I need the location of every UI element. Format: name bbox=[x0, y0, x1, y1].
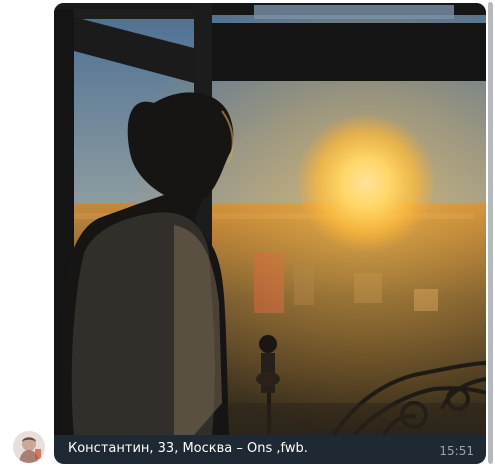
user-avatar-icon[interactable] bbox=[13, 431, 45, 463]
photo-message[interactable] bbox=[54, 3, 486, 435]
chat-area: Константин, 33, Москва – Ons ,fwb. 15:51 bbox=[0, 0, 495, 466]
sunset-photo bbox=[54, 3, 486, 435]
message-caption: Константин, 33, Москва – Ons ,fwb. bbox=[68, 441, 308, 456]
scrollbar[interactable] bbox=[488, 2, 493, 464]
caption-bar: Константин, 33, Москва – Ons ,fwb. 15:51 bbox=[54, 435, 486, 464]
message-time: 15:51 bbox=[439, 444, 474, 458]
